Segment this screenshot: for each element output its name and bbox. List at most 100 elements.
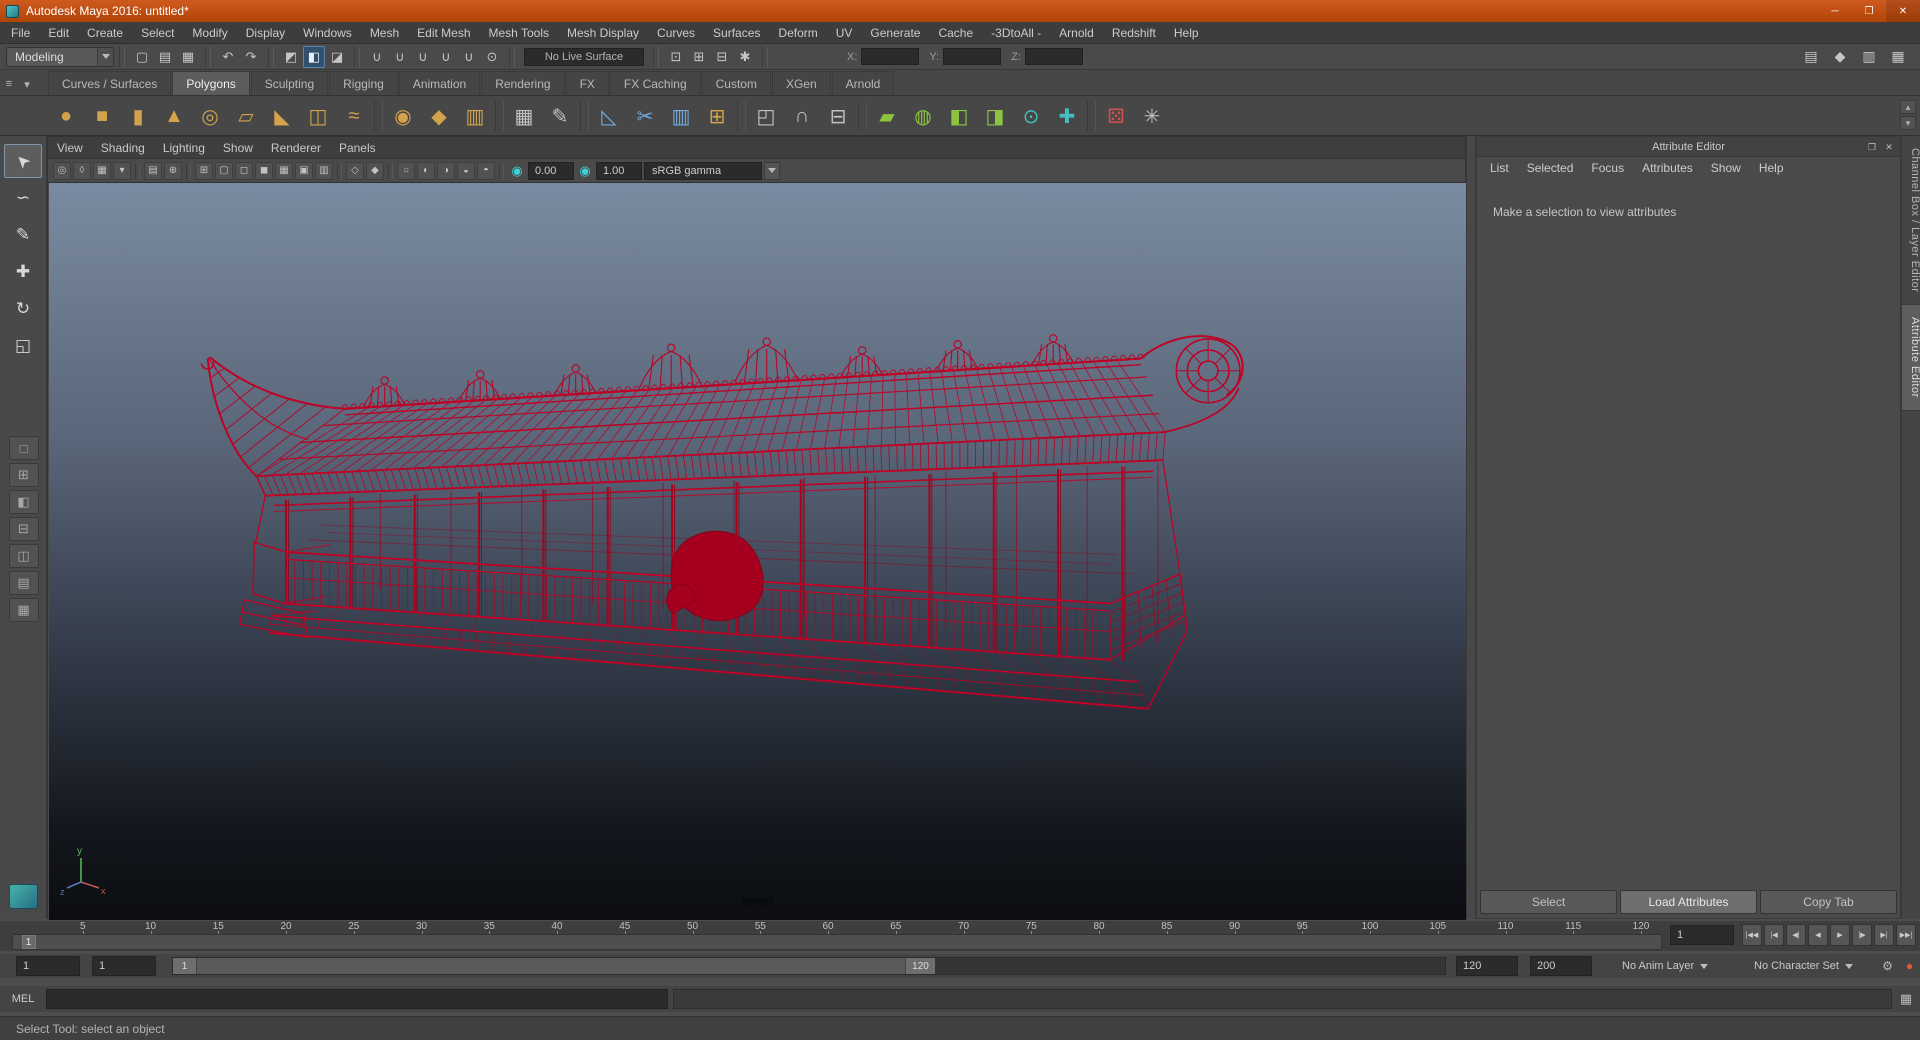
gate-mask-icon[interactable]: ◼ — [255, 161, 273, 180]
panel-menu-shading[interactable]: Shading — [92, 141, 154, 155]
current-frame-field[interactable]: 1 — [1670, 925, 1734, 945]
minimize-button[interactable]: ─ — [1818, 0, 1852, 22]
shelf-menu-icon[interactable]: ≡ — [0, 73, 18, 95]
save-scene-icon[interactable]: ▦ — [177, 46, 199, 68]
shelf-scroll-up-icon[interactable]: ▴ — [1900, 100, 1916, 114]
multi-cut-icon[interactable]: ✂ — [627, 98, 663, 134]
channel-box-layer-editor-tab[interactable]: Channel Box / Layer Editor — [1902, 136, 1920, 306]
command-input-field[interactable] — [46, 989, 668, 1009]
target-weld-icon[interactable]: ⊙ — [1013, 98, 1049, 134]
play-forwards-button[interactable]: ▶ — [1830, 924, 1850, 946]
render-current-frame-icon[interactable]: ⊞ — [688, 46, 710, 68]
range-start-handle[interactable]: 1 — [173, 958, 197, 974]
gamma-field[interactable]: 1.00 — [596, 161, 642, 180]
menu-edit-mesh[interactable]: Edit Mesh — [408, 22, 479, 44]
snap-grid-icon[interactable]: ∪ — [366, 46, 388, 68]
ae-menu-attributes[interactable]: Attributes — [1633, 161, 1702, 175]
sculpt-columns-icon[interactable]: ▥ — [457, 98, 493, 134]
menu-select[interactable]: Select — [132, 22, 183, 44]
insert-edge-loop-icon[interactable]: ▥ — [663, 98, 699, 134]
shadows-icon[interactable]: ◑ — [437, 161, 455, 180]
playback-end-field[interactable]: 120 — [1456, 956, 1518, 976]
anim-layer-selector[interactable]: No Anim Layer — [1616, 957, 1742, 975]
scale-tool[interactable]: ◱ — [4, 329, 42, 363]
panel-menu-renderer[interactable]: Renderer — [262, 141, 330, 155]
resolution-gate-icon[interactable]: ◻ — [235, 161, 253, 180]
quad-draw-icon[interactable]: ▰ — [869, 98, 905, 134]
group-separator[interactable] — [119, 46, 125, 67]
go-to-start-button[interactable]: |◀◀ — [1742, 924, 1762, 946]
load-attributes-button[interactable]: Load Attributes — [1620, 890, 1757, 914]
raise-panels-icon[interactable]: ▤ — [1799, 45, 1823, 69]
poly-plane-icon[interactable]: ▱ — [228, 98, 264, 134]
shelf-tab-fx-caching[interactable]: FX Caching — [609, 71, 701, 95]
menu-help[interactable]: Help — [1165, 22, 1208, 44]
shelf-tab-rendering[interactable]: Rendering — [481, 71, 565, 95]
menu-edit[interactable]: Edit — [39, 22, 78, 44]
ambient-occlusion-icon[interactable]: ◒ — [457, 161, 475, 180]
menu-arnold[interactable]: Arnold — [1050, 22, 1103, 44]
group-separator[interactable] — [653, 46, 659, 67]
persp-outliner-layout[interactable]: ◧ — [8, 490, 39, 514]
panel-menu-panels[interactable]: Panels — [330, 141, 385, 155]
copy-tab-button[interactable]: Copy Tab — [1760, 890, 1897, 914]
range-slider-track[interactable]: 1 120 — [172, 957, 1446, 975]
float-panel-icon[interactable]: ❐ — [1865, 140, 1879, 154]
sculpting-layout[interactable]: ▦ — [8, 598, 39, 622]
slide-edge-icon[interactable]: ◺ — [591, 98, 627, 134]
select-camera-icon[interactable]: ◎ — [53, 161, 71, 180]
mirror-icon[interactable]: ◧ — [941, 98, 977, 134]
close-panel-icon[interactable]: ✕ — [1882, 140, 1896, 154]
random-dice-icon[interactable]: ⚄ — [1098, 98, 1134, 134]
title-bar[interactable]: Autodesk Maya 2016: untitled* ─ ❐ ✕ — [0, 0, 1920, 22]
poly-cube-icon[interactable]: ■ — [84, 98, 120, 134]
2d-pan-zoom-icon[interactable]: ⊕ — [164, 161, 182, 180]
extrude-icon[interactable]: ⊞ — [699, 98, 735, 134]
menu-windows[interactable]: Windows — [294, 22, 361, 44]
lock-camera-icon[interactable]: ◊ — [73, 161, 91, 180]
menu-uv[interactable]: UV — [827, 22, 862, 44]
play-backwards-button[interactable]: ◀ — [1808, 924, 1828, 946]
select-button[interactable]: Select — [1480, 890, 1617, 914]
z-coord-input[interactable] — [1024, 48, 1083, 65]
menu-deform[interactable]: Deform — [769, 22, 826, 44]
time-slider[interactable]: 5 10 15 20 25 30 35 40 45 50 55 60 65 70 75 80 85 90 95 100… — [0, 921, 1920, 951]
playback-range[interactable]: 1 120 — [173, 958, 935, 974]
playback-start-field[interactable]: 1 — [92, 956, 156, 976]
channel-box-toggle-icon[interactable]: ▥ — [1857, 45, 1881, 69]
colorspace-dropdown-button[interactable] — [764, 161, 780, 180]
character-set-selector[interactable]: No Character Set — [1748, 957, 1874, 975]
menu-cache[interactable]: Cache — [929, 22, 982, 44]
frame-selection-icon[interactable]: ◆ — [366, 161, 384, 180]
new-scene-icon[interactable]: ▢ — [131, 46, 153, 68]
x-coord-input[interactable] — [861, 48, 920, 65]
attribute-editor-header[interactable]: Attribute Editor ❐ ✕ — [1477, 137, 1900, 157]
script-editor-icon[interactable]: ▦ — [1892, 991, 1920, 1007]
render-settings-icon[interactable]: ✱ — [734, 46, 756, 68]
render-view-icon[interactable]: ⊡ — [665, 46, 687, 68]
make-object-live-icon[interactable]: ⊙ — [481, 46, 503, 68]
persp-graph-layout[interactable]: ◫ — [8, 544, 39, 568]
lighting-default-icon[interactable]: ◐ — [417, 161, 435, 180]
menu-3dtoall[interactable]: -3DtoAll - — [982, 22, 1050, 44]
ae-menu-list[interactable]: List — [1481, 161, 1518, 175]
menu-set-selector[interactable]: Modeling — [6, 46, 114, 67]
group-separator[interactable] — [762, 46, 768, 67]
menu-modify[interactable]: Modify — [183, 22, 236, 44]
frame-all-icon[interactable]: ◇ — [346, 161, 364, 180]
motion-blur-icon[interactable]: ◓ — [477, 161, 495, 180]
timeline-scrubber[interactable]: 1 — [12, 934, 1662, 950]
bridge-icon[interactable]: ∩ — [784, 98, 820, 134]
animation-end-field[interactable]: 200 — [1530, 956, 1592, 976]
rotate-tool[interactable]: ↻ — [4, 292, 42, 326]
current-time-indicator[interactable]: 1 — [21, 935, 36, 949]
film-gate-icon[interactable]: ▢ — [215, 161, 233, 180]
redo-icon[interactable]: ↷ — [240, 46, 262, 68]
animation-start-field[interactable]: 1 — [16, 956, 80, 976]
menu-generate[interactable]: Generate — [861, 22, 929, 44]
close-button[interactable]: ✕ — [1886, 0, 1920, 22]
field-chart-icon[interactable]: ▦ — [275, 161, 293, 180]
snap-point-icon[interactable]: ∪ — [412, 46, 434, 68]
group-separator[interactable] — [354, 46, 360, 67]
select-object-icon[interactable]: ◧ — [303, 45, 325, 68]
